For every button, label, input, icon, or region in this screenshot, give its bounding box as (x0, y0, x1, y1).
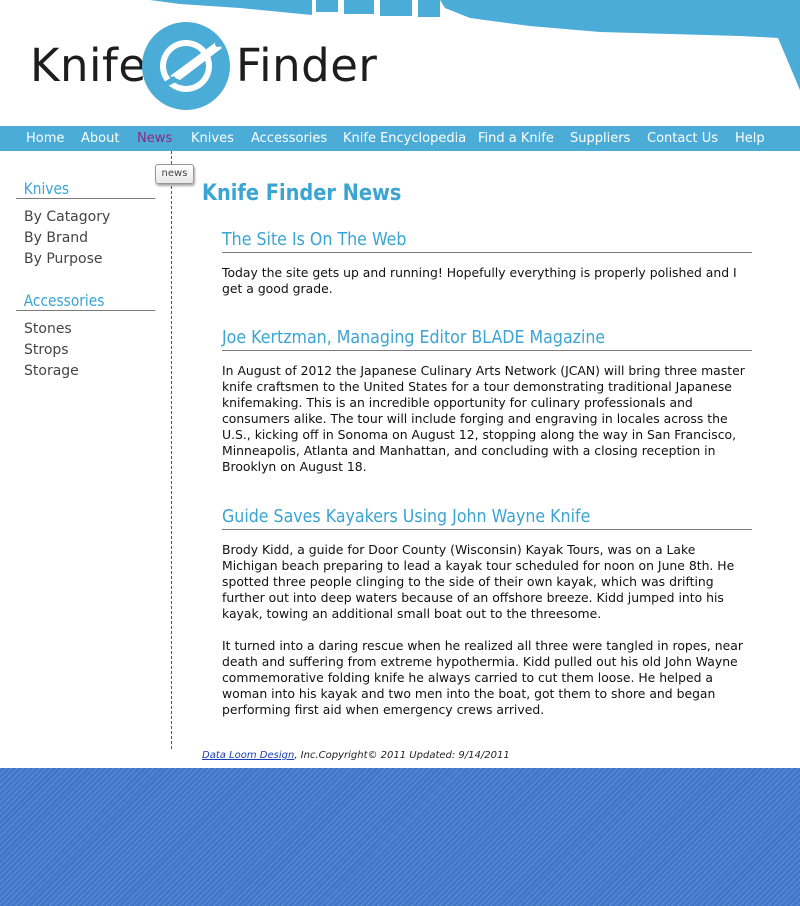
sidebar-item-by-catagory[interactable]: By Catagory (24, 207, 148, 228)
sidebar: Knives By Catagory By Brand By Purpose A… (16, 180, 156, 382)
article-title: Joe Kertzman, Managing Editor BLADE Maga… (222, 326, 752, 351)
logo-text-finder: Finder (236, 39, 378, 92)
footer: Data Loom Design, Inc.Copyright© 2011 Up… (202, 750, 510, 761)
nav-help[interactable]: Help (735, 126, 765, 151)
news-article: Guide Saves Kayakers Using John Wayne Kn… (222, 505, 752, 718)
page: Knife Finder Home About News Knives Acce… (0, 0, 800, 906)
main-content: Knife Finder News The Site Is On The Web… (202, 178, 762, 717)
nav-home[interactable]: Home (26, 126, 64, 151)
sidebar-heading-knives[interactable]: Knives (16, 180, 156, 199)
header: Knife Finder (0, 0, 800, 126)
content-divider (171, 151, 172, 749)
article-body: In August of 2012 the Japanese Culinary … (222, 363, 745, 474)
page-title: Knife Finder News (202, 181, 402, 206)
nav-about[interactable]: About (81, 126, 119, 151)
news-article: Joe Kertzman, Managing Editor BLADE Maga… (222, 326, 752, 475)
article-body: Brody Kidd, a guide for Door County (Wis… (222, 542, 735, 621)
site-logo[interactable]: Knife Finder (30, 20, 377, 112)
sidebar-item-by-brand[interactable]: By Brand (24, 228, 148, 249)
knife-logo-icon (142, 22, 230, 110)
nav-accessories[interactable]: Accessories (251, 126, 327, 151)
news-article: The Site Is On The Web Today the site ge… (222, 228, 752, 297)
sidebar-item-storage[interactable]: Storage (24, 361, 148, 382)
article-body: Today the site gets up and running! Hope… (222, 265, 737, 296)
footer-designer-link[interactable]: Data Loom Design (202, 750, 294, 761)
nav-suppliers[interactable]: Suppliers (570, 126, 630, 151)
bottom-band (0, 768, 800, 906)
sidebar-item-strops[interactable]: Strops (24, 340, 148, 361)
sidebar-item-stones[interactable]: Stones (24, 319, 148, 340)
nav-knives[interactable]: Knives (191, 126, 234, 151)
footer-copyright: , Inc.Copyright© 2011 Updated: 9/14/2011 (294, 750, 510, 761)
news-tab-label: news (155, 164, 194, 184)
nav-knife-encyclopedia[interactable]: Knife Encyclopedia (343, 126, 466, 151)
article-title: Guide Saves Kayakers Using John Wayne Kn… (222, 505, 752, 530)
main-nav: Home About News Knives Accessories Knife… (0, 126, 800, 151)
article-body: It turned into a daring rescue when he r… (222, 638, 743, 717)
sidebar-accessories-list: Stones Strops Storage (16, 319, 148, 382)
nav-contact-us[interactable]: Contact Us (647, 126, 718, 151)
nav-news[interactable]: News (137, 126, 172, 151)
nav-find-a-knife[interactable]: Find a Knife (478, 126, 554, 151)
sidebar-item-by-purpose[interactable]: By Purpose (24, 249, 148, 270)
article-title: The Site Is On The Web (222, 228, 752, 253)
sidebar-knives-list: By Catagory By Brand By Purpose (16, 207, 148, 270)
logo-text-knife: Knife (30, 39, 147, 92)
sidebar-heading-accessories[interactable]: Accessories (16, 292, 156, 311)
